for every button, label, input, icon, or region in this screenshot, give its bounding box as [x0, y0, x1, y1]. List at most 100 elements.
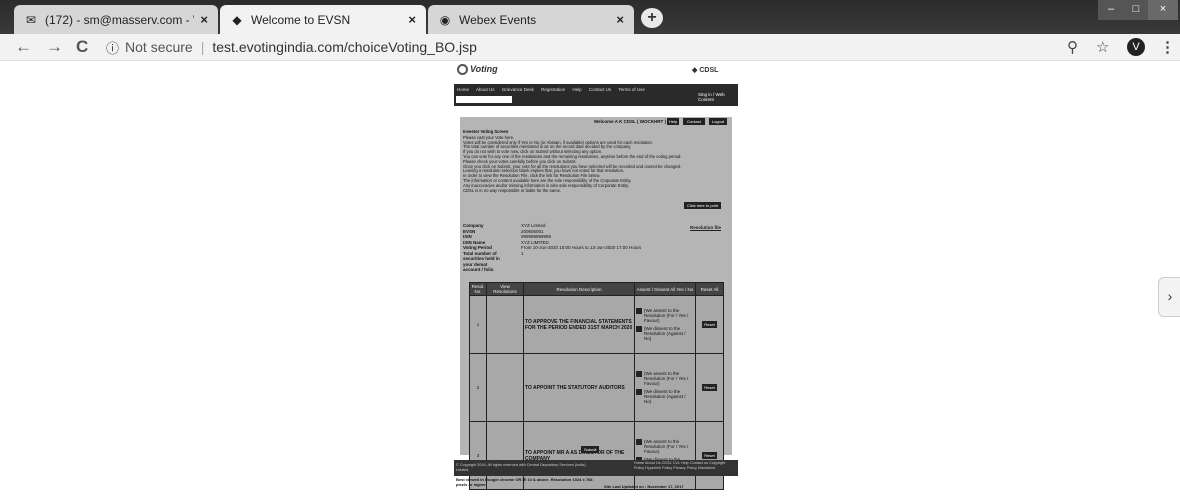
globe-icon: ◉: [439, 12, 451, 27]
assent-checkbox[interactable]: [636, 439, 642, 445]
separator: |: [200, 39, 205, 55]
table-row: 2 TO APPOINT THE STATUTORY AUDITORS (We …: [469, 353, 724, 422]
col-assent[interactable]: Assent / Dissent All Yes / No: [634, 282, 696, 296]
col-view: View Resolutions: [486, 282, 524, 296]
dissent-label: (We dissent to the Resolution (Against /…: [644, 389, 686, 404]
new-tab-button[interactable]: +: [641, 8, 663, 28]
forward-button[interactable]: →: [46, 37, 63, 57]
reload-button[interactable]: C: [76, 37, 88, 57]
minimize-button[interactable]: –: [1098, 0, 1124, 20]
assent-option[interactable]: (We assent to the Resolution (For / Yes …: [636, 439, 694, 454]
nav-home[interactable]: Home: [457, 87, 469, 92]
dissent-option[interactable]: (We dissent to the Resolution (Against /…: [636, 389, 694, 404]
reset-button[interactable]: Reset: [702, 452, 717, 459]
company-info: Company XYZ Limited EVSN 200606001 ISIN 999…: [463, 223, 641, 273]
table-row: 1 TO APPROVE THE FINANCIAL STATEMENTS FO…: [469, 295, 724, 354]
menu-icon[interactable]: ⋮: [1160, 38, 1175, 56]
evoting-logo: Voting: [457, 64, 498, 76]
site-footer: © Copyright 2016. All rights reserved wi…: [454, 460, 738, 476]
side-panel-arrow-icon[interactable]: ›: [1158, 277, 1180, 317]
dissent-checkbox[interactable]: [636, 326, 642, 332]
footer-links[interactable]: Home About Us CDSL CVL Help Contact us C…: [634, 461, 734, 470]
last-updated-note: Site Last Updated on : November 17, 2017: [604, 484, 684, 489]
reset-cell: Reset: [695, 295, 724, 354]
voting-table: Resol. No. View Resolutions Resolution D…: [469, 282, 724, 490]
mail-icon: ✉: [25, 12, 37, 27]
logo-e-icon: [457, 64, 468, 76]
assent-label: (We assent to the Resolution (For / Yes …: [644, 371, 689, 386]
view-resolution-cell[interactable]: [486, 295, 524, 354]
tab-title: Webex Events: [459, 12, 537, 27]
maximize-button[interactable]: □: [1124, 0, 1148, 20]
nav-grievance[interactable]: Grievance Desk: [502, 87, 534, 92]
nav-registration[interactable]: Registration: [541, 87, 565, 92]
close-tab-icon[interactable]: ×: [616, 12, 624, 27]
search-input[interactable]: [456, 96, 512, 103]
reset-cell: Reset: [695, 353, 724, 422]
reset-button[interactable]: Reset: [702, 321, 717, 328]
dissent-checkbox[interactable]: [636, 389, 642, 395]
url-text[interactable]: test.evotingindia.com/choiceVoting_BO.js…: [212, 39, 477, 55]
star-icon[interactable]: ☆: [1096, 38, 1109, 56]
voting-panel: Welcome A K CDSL ( WOCKHRT ) Help Contac…: [460, 117, 732, 490]
reset-button[interactable]: Reset: [702, 384, 717, 391]
nav-contact[interactable]: Contact Us: [589, 87, 611, 92]
tab-title: (172) - sm@masserv.com - Webm: [45, 12, 194, 27]
nav-help[interactable]: Help: [572, 87, 581, 92]
row-desc: TO APPOINT THE STATUTORY AUDITORS: [523, 353, 635, 422]
assent-label: (We assent to the Resolution (For / Yes …: [644, 439, 689, 454]
table-header-row: Resol. No. View Resolutions Resolution D…: [469, 282, 724, 296]
close-tab-icon[interactable]: ×: [408, 12, 416, 27]
tab-strip: ✉ (172) - sm@masserv.com - Webm × ◆ Welc…: [0, 0, 1180, 34]
tab-webex[interactable]: ◉ Webex Events ×: [428, 5, 634, 34]
reset-cell: Reset: [695, 421, 724, 490]
submit-button[interactable]: Submit: [581, 446, 600, 453]
nav-about[interactable]: About Us: [476, 87, 495, 92]
cdsl-logo: ◆ CDSL: [692, 66, 718, 74]
assent-option[interactable]: (We assent to the Resolution (For / Yes …: [636, 308, 694, 323]
contact-button[interactable]: Contact: [683, 118, 705, 125]
info-key: Total number of securities held in your …: [463, 250, 500, 273]
logout-button[interactable]: Logout: [709, 118, 727, 125]
row-no: 2: [469, 353, 487, 422]
url-bar[interactable]: ⓘ Not secure | test.evotingindia.com/cho…: [106, 36, 1108, 58]
nav-items: Home About Us Grievance Desk Registratio…: [457, 87, 651, 92]
info-row: Total number of securities held in your …: [463, 251, 641, 273]
back-button[interactable]: ←: [15, 37, 32, 57]
view-resolution-cell[interactable]: [486, 353, 524, 422]
tab-title: Welcome to EVSN: [251, 12, 351, 27]
instruction-line: CDSL is in no way responsible or liable …: [463, 187, 562, 193]
close-window-button[interactable]: ×: [1148, 0, 1178, 20]
welcome-text: Welcome A K CDSL ( WOCKHRT ): [594, 119, 667, 124]
signin-link[interactable]: Sing in / Web Content: [698, 92, 732, 102]
resolution-file-link[interactable]: Resolution file: [690, 225, 721, 230]
assent-option[interactable]: (We assent to the Resolution (For / Yes …: [636, 371, 694, 386]
tab-webmail[interactable]: ✉ (172) - sm@masserv.com - Webm ×: [14, 5, 218, 34]
assent-label: (We assent to the Resolution (For / Yes …: [644, 308, 689, 323]
vote-options: (We assent to the Resolution (For / Yes …: [634, 295, 696, 354]
close-tab-icon[interactable]: ×: [200, 12, 208, 27]
zoom-icon[interactable]: ⚲: [1067, 38, 1078, 56]
assent-checkbox[interactable]: [636, 371, 642, 377]
site-nav: Home About Us Grievance Desk Registratio…: [454, 84, 738, 106]
avatar[interactable]: V: [1127, 38, 1145, 56]
logo-text: Voting: [470, 64, 498, 74]
info-value: 200606001: [521, 228, 544, 234]
tab-evsn[interactable]: ◆ Welcome to EVSN ×: [220, 5, 426, 34]
security-label: Not secure: [125, 39, 193, 55]
dissent-label: (We dissent to the Resolution (Against /…: [644, 326, 686, 341]
diamond-icon: ◆: [692, 67, 698, 74]
print-button[interactable]: Click here to print: [684, 202, 722, 209]
info-icon[interactable]: ⓘ: [106, 38, 119, 57]
reset-all-button[interactable]: Reset All: [695, 282, 724, 296]
best-viewed-note: Best viewed in Google chrome OR IE 10 & …: [456, 477, 593, 487]
dissent-option[interactable]: (We dissent to the Resolution (Against /…: [636, 326, 694, 341]
diamond-icon: ◆: [232, 12, 242, 27]
col-resol-no: Resol. No.: [469, 282, 487, 296]
assent-checkbox[interactable]: [636, 308, 642, 314]
cdsl-text: CDSL: [699, 67, 719, 74]
info-value: 999999999999: [521, 234, 552, 239]
info-value: 1: [521, 250, 524, 256]
nav-terms[interactable]: Terms of Use: [618, 87, 645, 92]
help-button[interactable]: Help: [667, 118, 679, 125]
